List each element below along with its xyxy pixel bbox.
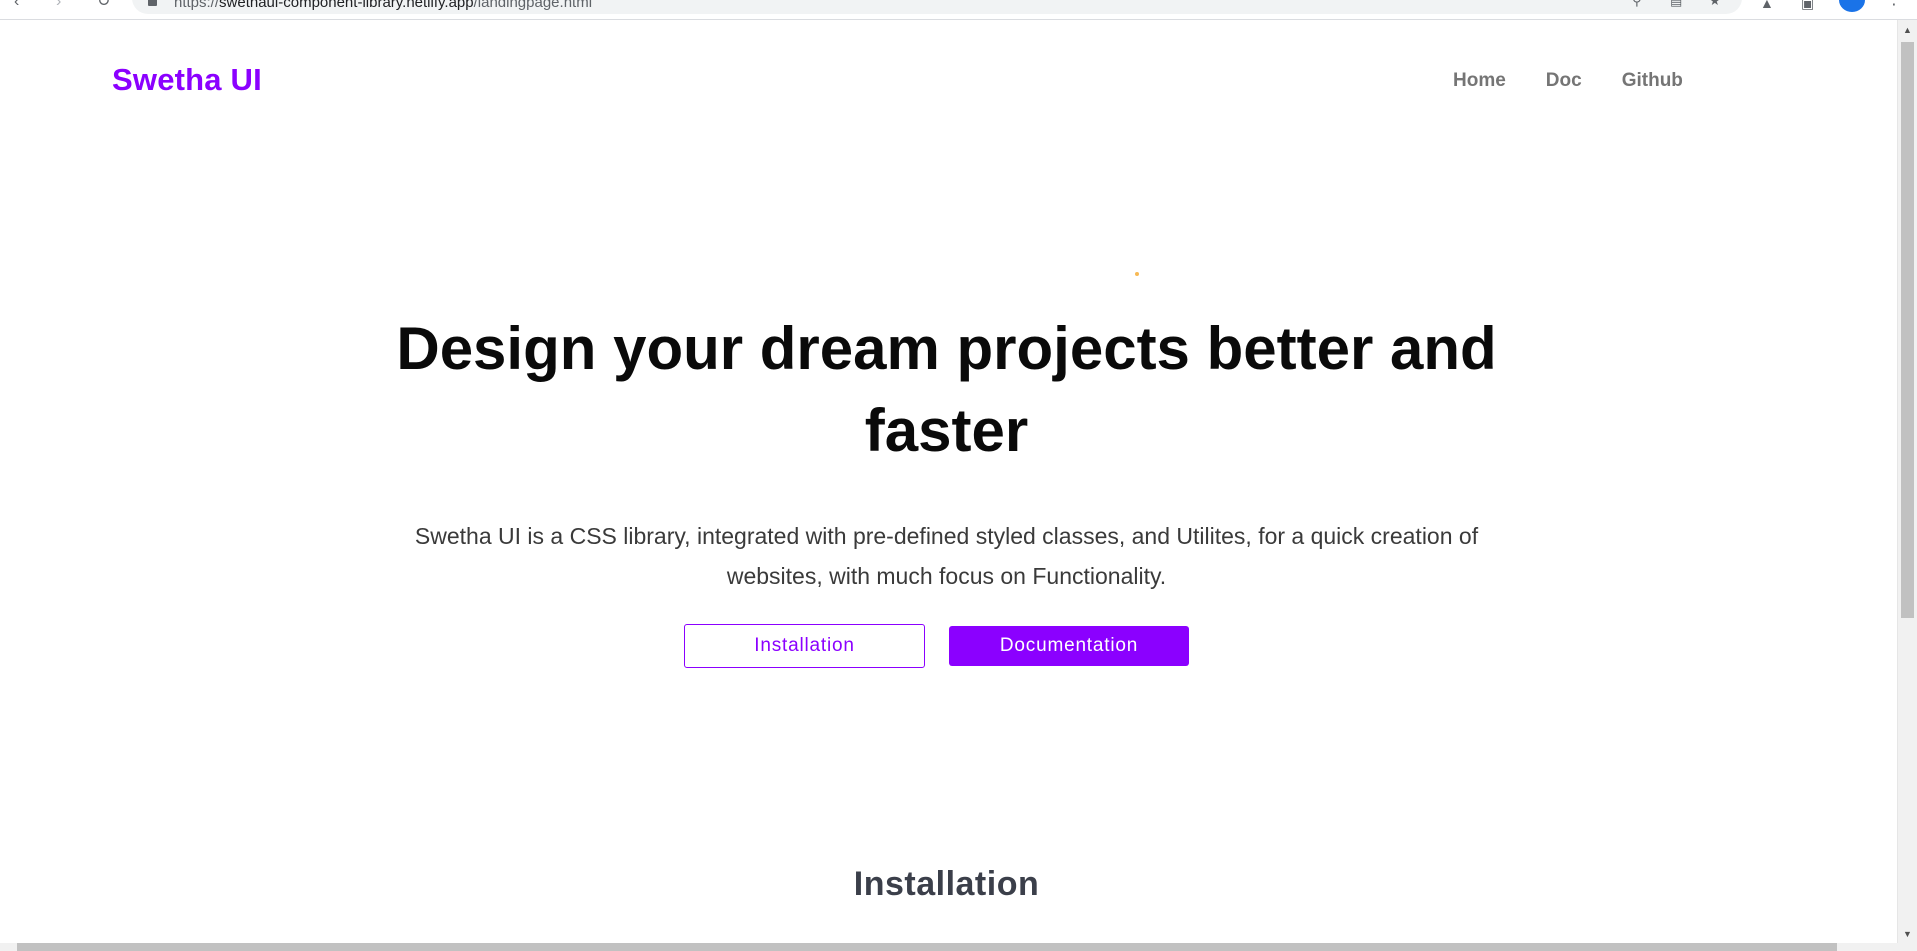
scroll-down-icon[interactable]: ▼ [1898, 929, 1917, 939]
page-viewport: Swetha UI Home Doc Github Design your dr… [0, 20, 1897, 943]
installation-heading: Installation [853, 865, 1040, 903]
menu-icon[interactable]: ⋮ [1886, 0, 1902, 8]
installation-button[interactable]: Installation [684, 624, 925, 668]
url-host: swethaui-component-library.netlify.app [219, 0, 474, 11]
star-icon[interactable]: ★ [1709, 0, 1721, 7]
back-icon[interactable]: ‹ [14, 0, 19, 10]
documentation-button[interactable]: Documentation [949, 626, 1189, 666]
hero-description-line-1: Swetha UI is a CSS library, integrated w… [414, 523, 1479, 549]
decorative-dot [1135, 272, 1139, 276]
share-icon[interactable]: ▤ [1670, 0, 1682, 7]
search-icon[interactable]: ⚲ [1632, 0, 1642, 7]
nav-link-home[interactable]: Home [1453, 70, 1506, 92]
forward-icon[interactable]: › [56, 0, 61, 10]
reload-icon[interactable]: ↻ [97, 0, 110, 10]
vertical-scrollbar[interactable]: ▲ ▼ [1897, 20, 1917, 943]
profile-avatar[interactable] [1839, 0, 1865, 12]
address-url[interactable]: https://swethaui-component-library.netli… [174, 0, 592, 10]
brand-logo[interactable]: Swetha UI [112, 60, 262, 100]
horizontal-scroll-thumb[interactable] [17, 943, 1837, 951]
top-nav: Home Doc Github [1453, 70, 1683, 92]
nav-link-github[interactable]: Github [1622, 70, 1683, 92]
hero-title: Design your dream projects better and fa… [0, 308, 1893, 472]
window-icon[interactable]: ▣ [1801, 0, 1814, 10]
horizontal-scrollbar[interactable] [0, 943, 1917, 951]
address-bar[interactable]: https://swethaui-component-library.netli… [132, 0, 1742, 14]
nav-link-doc[interactable]: Doc [1546, 70, 1582, 92]
lock-icon[interactable] [148, 0, 157, 6]
url-path: /landingpage.html [473, 0, 593, 11]
hero-description-line-2: websites, with much focus on Functionali… [726, 563, 1167, 589]
hero-title-line-2: faster [864, 397, 1029, 464]
extensions-icon[interactable]: ▲ [1760, 0, 1774, 10]
vertical-scroll-thumb[interactable] [1901, 42, 1914, 618]
hero-description: Swetha UI is a CSS library, integrated w… [0, 516, 1893, 596]
hero-title-line-1: Design your dream projects better and [396, 315, 1497, 382]
scroll-up-icon[interactable]: ▲ [1898, 25, 1917, 35]
url-scheme: https:// [174, 0, 220, 11]
browser-toolbar: ‹ › ↻ https://swethaui-component-library… [0, 0, 1917, 20]
browser-window: ‹ › ↻ https://swethaui-component-library… [0, 0, 1917, 951]
